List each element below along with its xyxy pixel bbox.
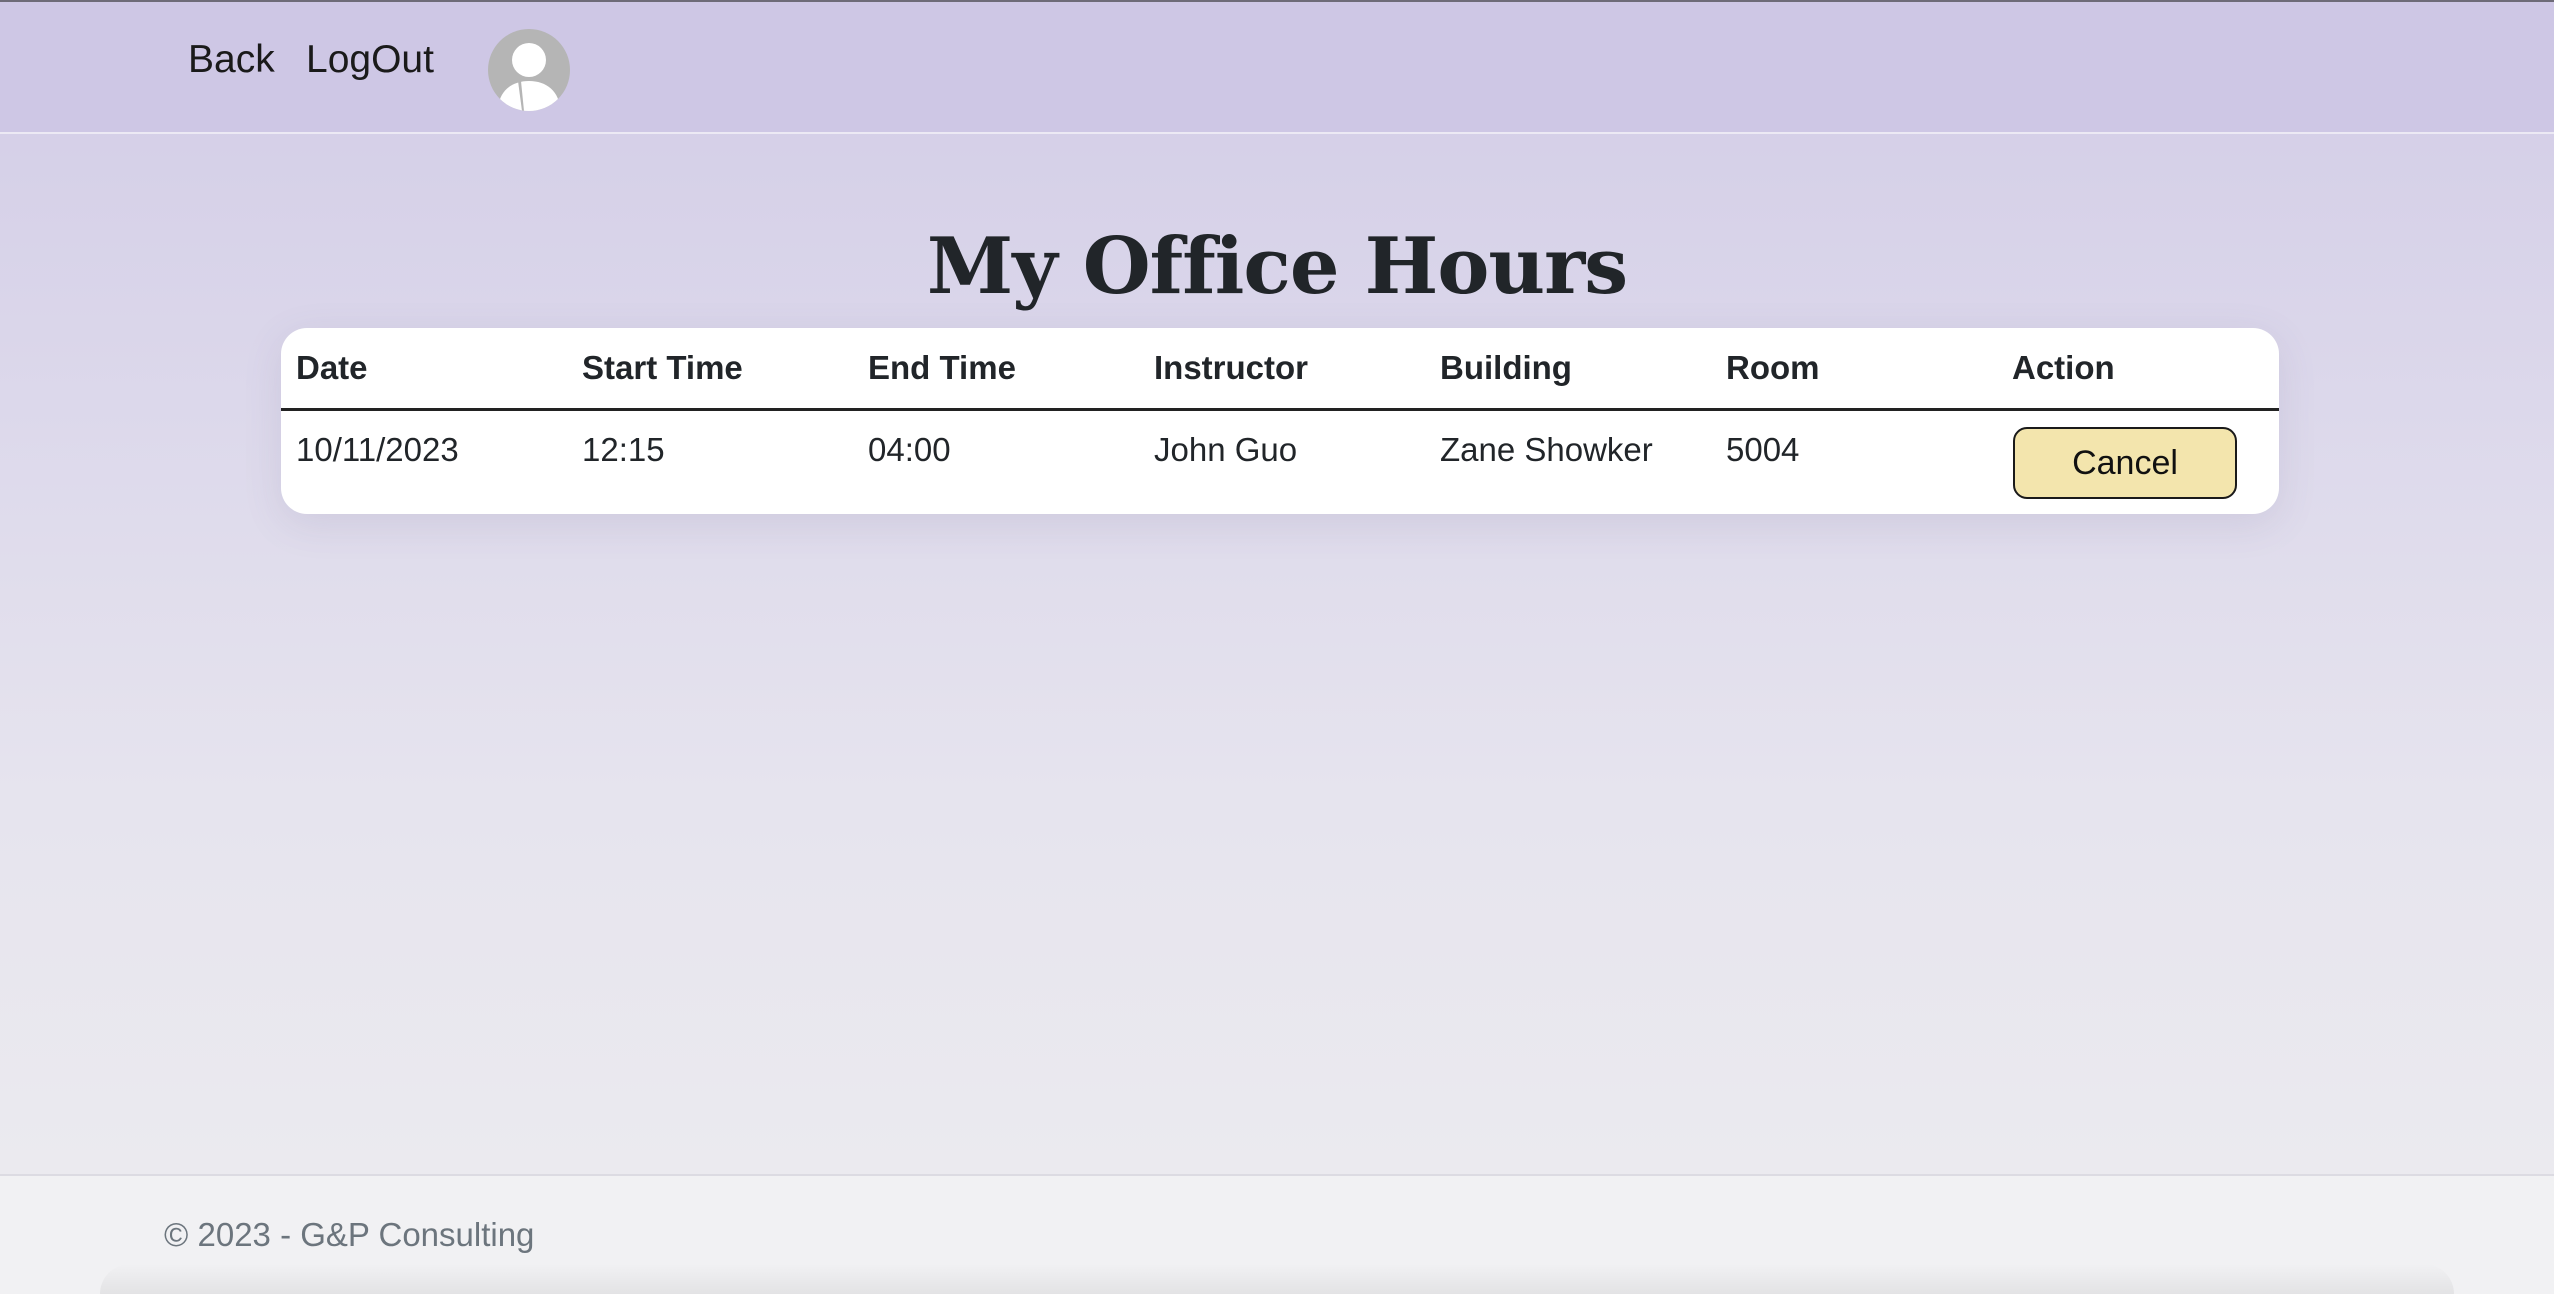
- cell-action: Cancel: [1997, 410, 2279, 510]
- cell-start-time: 12:15: [582, 431, 665, 468]
- logout-link[interactable]: LogOut: [306, 34, 434, 86]
- user-avatar-icon[interactable]: [488, 29, 570, 111]
- cell-date: 10/11/2023: [296, 431, 459, 468]
- avatar-silhouette: [498, 43, 560, 111]
- cell-building: Zane Showker: [1440, 431, 1653, 468]
- column-header-instructor: Instructor: [1139, 328, 1425, 411]
- column-header-start-time: Start Time: [567, 328, 853, 411]
- footer-copyright: © 2023 - G&P Consulting: [164, 1216, 535, 1253]
- page-title: My Office Hours: [926, 221, 1628, 312]
- office-hours-table-card: Date Start Time End Time Instructor Buil…: [281, 328, 2279, 514]
- column-header-action: Action: [1997, 328, 2279, 411]
- column-header-room: Room: [1711, 328, 1997, 411]
- top-navbar: Back LogOut: [0, 0, 2554, 134]
- footer-shadow-decoration: [100, 1264, 2454, 1294]
- table-row: 10/11/2023 12:15 04:00 John Guo Zane Sho…: [281, 410, 2279, 510]
- office-hours-table: Date Start Time End Time Instructor Buil…: [281, 328, 2279, 510]
- cell-end-time: 04:00: [868, 431, 951, 468]
- footer: © 2023 - G&P Consulting: [0, 1174, 2554, 1294]
- column-header-date: Date: [281, 328, 567, 411]
- table-header-row: Date Start Time End Time Instructor Buil…: [281, 328, 2279, 411]
- column-header-building: Building: [1425, 328, 1711, 411]
- column-header-end-time: End Time: [853, 328, 1139, 411]
- cell-room: 5004: [1726, 431, 1800, 468]
- cell-instructor: John Guo: [1154, 431, 1298, 468]
- back-link[interactable]: Back: [188, 34, 275, 86]
- cancel-button[interactable]: Cancel: [2013, 427, 2237, 499]
